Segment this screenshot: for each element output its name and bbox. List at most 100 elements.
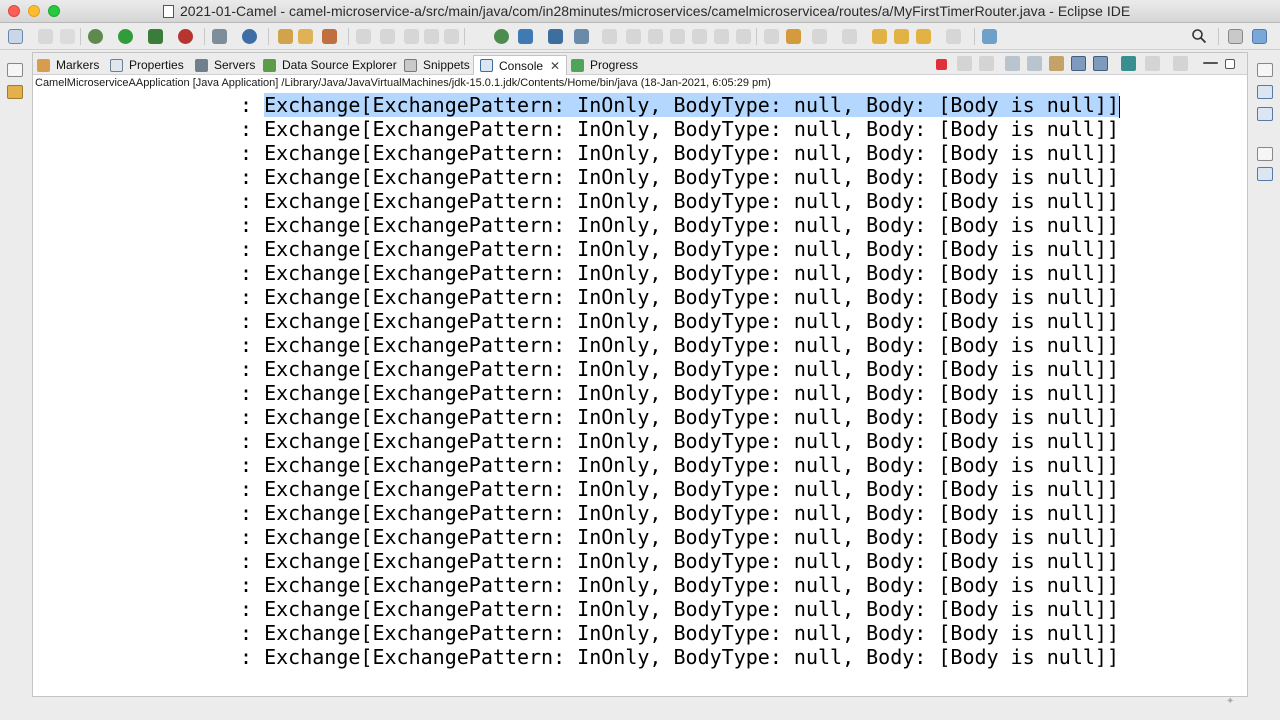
show-whitespace-icon[interactable] [424,29,439,44]
new-java-class-icon[interactable] [278,29,293,44]
task-list-icon[interactable] [1257,107,1273,121]
remove-launch-icon[interactable] [957,56,972,71]
debug-icon[interactable] [88,29,103,44]
console-line: : Exchange[ExchangePattern: InOnly, Body… [240,237,1119,261]
console-line-text: Exchange[ExchangePattern: InOnly, BodyTy… [264,501,1120,525]
java-perspective-icon[interactable] [1252,29,1267,44]
globe-icon[interactable] [494,29,509,44]
maximize-view-icon[interactable] [1225,59,1235,69]
tab-label: Progress [590,58,639,72]
restore-icon[interactable] [1257,147,1273,161]
open-type-icon[interactable] [298,29,313,44]
step-return-icon[interactable] [736,29,751,44]
last-edit-location-icon[interactable] [872,29,887,44]
console-output[interactable]: : Exchange[ExchangePattern: InOnly, Body… [33,93,1247,696]
console-line-text: Exchange[ExchangePattern: InOnly, BodyTy… [264,573,1120,597]
console-line-prefix: : [240,525,265,549]
step-into-icon[interactable] [692,29,707,44]
pilcrow-icon[interactable] [444,29,459,44]
refactor-icon[interactable] [518,29,533,44]
console-line: : Exchange[ExchangePattern: InOnly, Body… [240,501,1119,525]
web-browser-icon[interactable] [242,29,257,44]
pin-editor-icon[interactable] [982,29,997,44]
tab-servers[interactable]: Servers [195,55,255,75]
main-toolbar [0,23,1280,50]
markers-icon [37,58,50,72]
outline-icon[interactable] [1257,85,1273,99]
new-icon[interactable] [8,29,23,44]
console-line: : Exchange[ExchangePattern: InOnly, Body… [240,429,1119,453]
back-arrow-icon[interactable] [916,29,931,44]
window-maximize-button[interactable] [48,5,60,17]
text-caret [1119,95,1121,118]
console-line-text: Exchange[ExchangePattern: InOnly, BodyTy… [264,525,1120,549]
tab-label: Markers [56,58,100,72]
editor-area-icon[interactable] [1257,167,1273,181]
tab-markers[interactable]: Markers [37,55,99,75]
tab-console[interactable]: Console ✕ [473,55,568,75]
tab-properties[interactable]: Properties [110,55,184,75]
step-over-icon[interactable] [714,29,729,44]
restore-icon[interactable] [7,63,23,77]
console-line-prefix: : [240,213,265,237]
toggle-comment-icon[interactable] [786,29,801,44]
open-perspective-icon[interactable] [1228,29,1243,44]
next-annotation-icon[interactable] [812,29,827,44]
console-line-prefix: : [240,573,265,597]
terminate-icon[interactable] [936,59,947,70]
word-wrap-icon[interactable] [1049,56,1064,71]
disconnect-icon[interactable] [670,29,685,44]
mark-occurrences-icon[interactable] [380,29,395,44]
suspend-icon[interactable] [626,29,641,44]
clear-console-icon[interactable] [1005,56,1020,71]
tab-label: Properties [129,58,184,72]
forward-arrow-icon[interactable] [946,29,961,44]
console-line: : Exchange[ExchangePattern: InOnly, Body… [240,261,1119,285]
window-minimize-button[interactable] [28,5,40,17]
console-line-prefix: : [240,621,265,645]
console-line-text: Exchange[ExchangePattern: InOnly, BodyTy… [264,381,1120,405]
search-icon[interactable] [1191,28,1207,44]
remove-all-terminated-icon[interactable] [979,56,994,71]
pin-console-icon[interactable] [1121,56,1136,71]
back-icon[interactable] [894,29,909,44]
view-tab-bar: Markers Properties Servers Data Source E… [33,53,1247,75]
search-toolbar-icon[interactable] [356,29,371,44]
package-explorer-icon[interactable] [7,85,23,99]
console-toolbar-icon[interactable] [548,29,563,44]
coverage-icon[interactable] [148,29,163,44]
tab-label: Servers [214,58,256,72]
console-line: : Exchange[ExchangePattern: InOnly, Body… [240,213,1119,237]
window-close-button[interactable] [8,5,20,17]
use-step-filters-icon[interactable] [764,29,779,44]
toggle-block-icon[interactable] [404,29,419,44]
console-line-text: Exchange[ExchangePattern: InOnly, BodyTy… [264,645,1120,669]
console-line: : Exchange[ExchangePattern: InOnly, Body… [240,621,1119,645]
servers-toolbar-icon[interactable] [212,29,227,44]
skip-breakpoints-icon[interactable] [574,29,589,44]
save-icon[interactable] [38,29,53,44]
console-line-prefix: : [240,261,265,285]
run-icon[interactable] [118,29,133,44]
open-task-icon[interactable] [322,29,337,44]
previous-annotation-icon[interactable] [842,29,857,44]
resume-icon[interactable] [602,29,617,44]
restore-icon[interactable] [1257,63,1273,77]
close-icon[interactable]: ✕ [550,59,560,73]
terminate-toolbar-icon[interactable] [648,29,663,44]
save-all-icon[interactable] [60,29,75,44]
tab-progress[interactable]: Progress [571,55,638,75]
show-on-stderr-icon[interactable] [1093,56,1108,71]
tab-snippets[interactable]: Snippets [404,55,470,75]
open-console-icon[interactable] [1173,56,1188,71]
display-selected-console-icon[interactable] [1145,56,1160,71]
console-icon [480,59,493,72]
toolbar-separator [756,28,757,45]
show-on-stdout-icon[interactable] [1071,56,1086,71]
scroll-lock-icon[interactable] [1027,56,1042,71]
console-line-text: Exchange[ExchangePattern: InOnly, BodyTy… [264,117,1120,141]
minimize-view-icon[interactable] [1203,62,1218,64]
tab-data-source-explorer[interactable]: Data Source Explorer [263,55,397,75]
external-tools-icon[interactable] [178,29,193,44]
console-line-prefix: : [240,453,265,477]
